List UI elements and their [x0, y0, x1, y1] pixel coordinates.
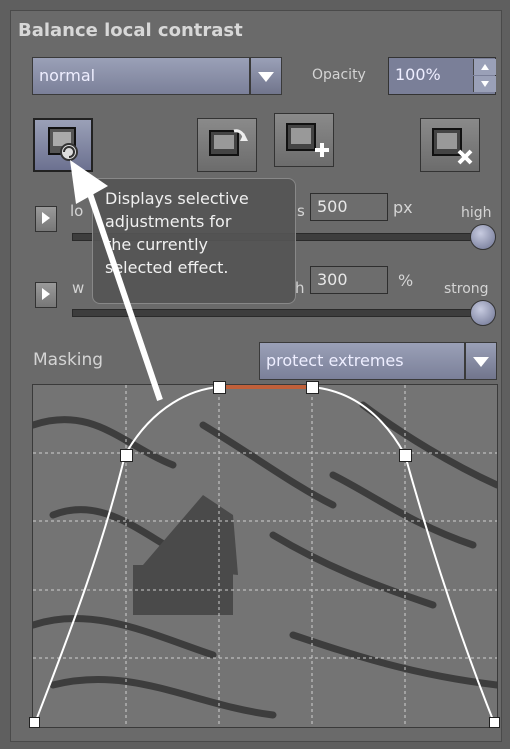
masking-label: Masking: [33, 350, 104, 370]
blend-mode-select[interactable]: normal: [32, 57, 250, 95]
blend-mode-dropdown-button[interactable]: [250, 57, 282, 95]
masking-select[interactable]: protect extremes: [259, 342, 465, 380]
curve-point[interactable]: [213, 381, 226, 394]
curve-point[interactable]: [29, 717, 40, 728]
opacity-decrement-button[interactable]: [473, 76, 496, 92]
mask-curve[interactable]: [33, 385, 497, 727]
weight-slider-track[interactable]: [72, 309, 488, 317]
size-high-label: high: [461, 205, 492, 221]
masking-dropdown-button[interactable]: [465, 342, 497, 380]
tooltip-line: the currently: [105, 235, 208, 254]
masking-value: protect extremes: [266, 351, 404, 370]
tooltip: Displays selective adjustments for the c…: [92, 178, 296, 304]
weight-strong-label: strong: [444, 281, 489, 297]
size-value: 500: [317, 197, 348, 216]
weight-value: 300: [317, 270, 348, 289]
size-unit: px: [393, 198, 413, 217]
selective-adjustments-icon: [48, 127, 78, 161]
panel-title: Balance local contrast: [18, 20, 243, 41]
curve-point[interactable]: [399, 449, 412, 462]
chevron-down-icon: [473, 357, 489, 367]
delete-icon: [432, 128, 473, 165]
weight-slider-knob[interactable]: [470, 300, 496, 326]
opacity-value: 100%: [395, 65, 441, 84]
size-expander[interactable]: [35, 206, 57, 232]
add-layer-icon: [286, 123, 329, 157]
curve-point[interactable]: [120, 449, 133, 462]
refresh-button[interactable]: [197, 118, 257, 172]
chevron-down-icon: [258, 72, 274, 82]
weight-unit: %: [398, 271, 414, 290]
size-label: lo: [70, 202, 84, 220]
weight-label-tail: h: [295, 279, 305, 297]
curve-point[interactable]: [306, 381, 319, 394]
blend-mode-value: normal: [39, 66, 96, 85]
selective-adjustments-button[interactable]: [33, 118, 93, 172]
tooltip-line: Displays selective: [105, 189, 249, 208]
delete-button[interactable]: [420, 118, 480, 172]
tooltip-line: selected effect.: [105, 258, 229, 277]
add-layer-button[interactable]: [274, 113, 334, 167]
size-label-tail: s: [297, 202, 305, 220]
opacity-label: Opacity: [312, 67, 366, 83]
weight-label: w: [72, 279, 85, 297]
tooltip-line: adjustments for: [105, 212, 232, 231]
opacity-increment-button[interactable]: [473, 59, 496, 75]
curve-point[interactable]: [489, 717, 500, 728]
refresh-icon: [209, 129, 248, 156]
weight-field[interactable]: 300: [310, 266, 388, 294]
weight-expander[interactable]: [35, 282, 57, 308]
mask-curve-editor[interactable]: [29, 381, 500, 728]
size-slider-knob[interactable]: [470, 224, 496, 250]
size-field[interactable]: 500: [310, 193, 388, 221]
